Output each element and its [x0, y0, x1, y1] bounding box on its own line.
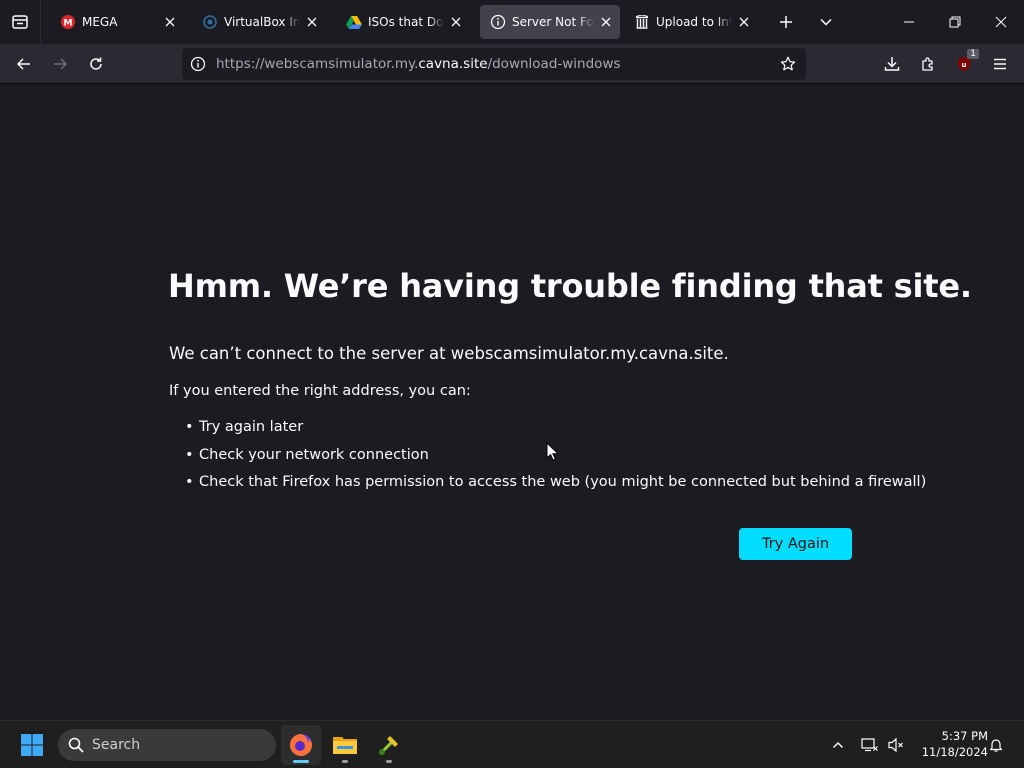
windows-logo-icon	[21, 734, 43, 756]
tab-title: Server Not Found	[512, 15, 594, 29]
ublock-origin-button[interactable]: u 1	[948, 48, 980, 80]
list-item: Try again later	[185, 417, 926, 445]
close-tab-icon[interactable]	[736, 14, 752, 30]
mega-icon: M	[60, 14, 76, 30]
search-placeholder: Search	[92, 737, 141, 753]
virtualbox-icon	[202, 14, 218, 30]
reload-button[interactable]	[80, 48, 112, 80]
chevron-down-icon	[820, 18, 832, 26]
firefox-icon	[290, 734, 312, 756]
forward-button[interactable]	[44, 48, 76, 80]
clock-time: 5:37 PM	[941, 729, 988, 743]
tab-title: VirtualBox Images	[224, 15, 300, 29]
reload-icon	[90, 57, 102, 70]
extensions-button[interactable]	[912, 48, 944, 80]
tab-separator	[40, 0, 41, 44]
tab-internet-archive[interactable]: Upload to Internet Archive	[624, 5, 758, 39]
tab-isos[interactable]: ISOs that Don't Exist	[336, 5, 470, 39]
search-icon	[68, 737, 84, 753]
chevron-up-icon	[833, 742, 843, 748]
back-button[interactable]	[8, 48, 40, 80]
taskbar-file-explorer[interactable]	[325, 725, 365, 765]
url-text[interactable]: https://webscamsimulator.my.cavna.site/d…	[216, 56, 621, 72]
tab-title: ISOs that Don't Exist	[368, 15, 444, 29]
close-tab-icon[interactable]	[304, 14, 320, 30]
url-bar[interactable]: https://webscamsimulator.my.cavna.site/d…	[182, 48, 806, 80]
site-info-icon[interactable]	[182, 48, 214, 80]
taskbar-firefox[interactable]	[281, 725, 321, 765]
google-drive-icon	[346, 14, 362, 30]
try-again-button[interactable]: Try Again	[739, 528, 852, 560]
internet-archive-icon	[634, 14, 650, 30]
arrow-left-icon	[16, 58, 30, 70]
tab-server-not-found[interactable]: Server Not Found	[480, 5, 620, 39]
close-tab-icon[interactable]	[162, 14, 178, 30]
tab-mega[interactable]: M MEGA	[50, 5, 184, 39]
extension-badge: 1	[967, 49, 979, 59]
download-icon	[884, 57, 900, 71]
running-app-indicator	[342, 760, 348, 763]
close-icon	[995, 16, 1007, 28]
star-icon	[780, 56, 796, 71]
plus-icon	[780, 16, 792, 28]
url-path: /download-windows	[487, 56, 621, 72]
network-status-button[interactable]	[858, 733, 882, 757]
error-suggestions-lead: If you entered the right address, you ca…	[169, 383, 471, 399]
page-content: Hmm. We’re having trouble finding that s…	[0, 85, 1024, 719]
minimize-icon	[904, 21, 914, 23]
app-icon	[378, 736, 398, 756]
tab-title: MEGA	[82, 15, 118, 29]
taskbar: Search 5:37 PM 11/18/2024	[0, 720, 1024, 768]
app-menu-button[interactable]	[984, 48, 1016, 80]
close-tab-icon[interactable]	[598, 14, 614, 30]
puzzle-icon	[922, 57, 933, 71]
taskbar-app[interactable]	[369, 725, 409, 765]
downloads-button[interactable]	[876, 48, 908, 80]
url-prefix: https://webscamsimulator.my.	[216, 56, 419, 72]
tab-title: Upload to Internet Archive	[656, 15, 732, 29]
start-button[interactable]	[16, 729, 48, 761]
clock-date: 11/18/2024	[921, 745, 988, 759]
new-tab-button[interactable]	[772, 8, 800, 36]
arrow-right-icon	[54, 58, 68, 70]
url-host: cavna.site	[418, 56, 488, 72]
firefox-view-button[interactable]	[0, 0, 40, 44]
bookmark-star-button[interactable]	[774, 48, 802, 80]
show-hidden-icons-button[interactable]	[826, 733, 850, 757]
list-all-tabs-button[interactable]	[812, 8, 840, 36]
close-window-button[interactable]	[978, 0, 1024, 44]
tab-virtualbox[interactable]: VirtualBox Images	[192, 5, 326, 39]
error-title: Hmm. We’re having trouble finding that s…	[168, 267, 972, 305]
active-app-indicator	[293, 760, 309, 763]
speaker-muted-icon	[888, 737, 903, 753]
network-disconnected-icon	[861, 738, 878, 752]
bell-icon	[989, 739, 1003, 752]
mouse-cursor-icon	[546, 442, 558, 461]
info-icon	[490, 14, 506, 30]
minimize-button[interactable]	[886, 0, 932, 44]
list-item: Check that Firefox has permission to acc…	[185, 472, 926, 500]
running-app-indicator	[386, 760, 392, 763]
folder-icon	[333, 737, 357, 754]
volume-button[interactable]	[884, 733, 908, 757]
restore-button[interactable]	[932, 0, 978, 44]
svg-text:u: u	[962, 61, 967, 69]
taskbar-search[interactable]: Search	[58, 729, 276, 761]
restore-icon	[949, 16, 961, 28]
notifications-button[interactable]	[984, 733, 1008, 757]
taskbar-clock[interactable]: 5:37 PM 11/18/2024	[912, 728, 988, 760]
close-tab-icon[interactable]	[448, 14, 464, 30]
navigation-toolbar: https://webscamsimulator.my.cavna.site/d…	[0, 44, 1024, 84]
svg-text:M: M	[64, 19, 73, 29]
firefox-view-icon	[12, 15, 28, 29]
hamburger-menu-icon	[994, 58, 1006, 70]
error-description: We can’t connect to the server at websca…	[169, 344, 729, 363]
